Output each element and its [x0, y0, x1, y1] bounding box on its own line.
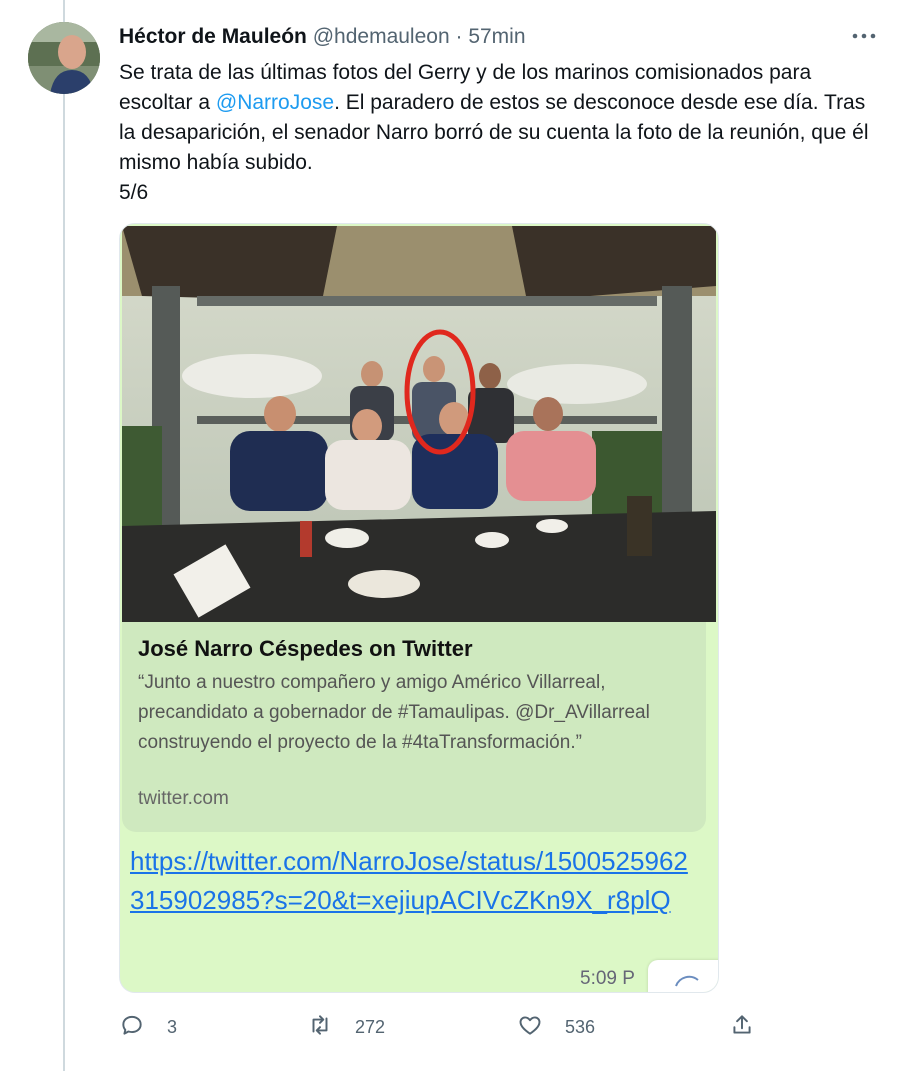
header-separator: · [455, 25, 463, 48]
attached-screenshot-card[interactable]: José Narro Céspedes on Twitter “Junto a … [119, 223, 719, 993]
thread-count: 5/6 [119, 181, 149, 204]
author-handle[interactable]: @hdemauleon [313, 25, 450, 48]
more-dots-icon[interactable] [850, 22, 878, 50]
share-action[interactable] [729, 1010, 755, 1044]
status-url-link[interactable]: https://twitter.com/NarroJose/status/150… [130, 842, 690, 920]
avatar[interactable] [28, 22, 100, 94]
retweet-count: 272 [355, 1016, 386, 1037]
retweet-icon[interactable] [307, 1012, 333, 1043]
message-timestamp: 5:09 P [580, 968, 635, 989]
tweet-text: Se trata de las últimas fotos del Gerry … [119, 58, 879, 208]
like-action[interactable]: 536 [517, 1010, 595, 1044]
reply-count: 3 [167, 1016, 178, 1037]
preview-title: José Narro Céspedes on Twitter [138, 636, 473, 661]
thread-connector-line [63, 0, 65, 1071]
like-count: 536 [565, 1016, 596, 1037]
mention-link[interactable]: @NarroJose [216, 91, 334, 114]
tweet-time[interactable]: 57min [468, 25, 525, 48]
tweet-actions: 3 272 536 [119, 1010, 769, 1044]
retweet-action[interactable]: 272 [307, 1010, 385, 1044]
link-preview[interactable]: José Narro Céspedes on Twitter “Junto a … [122, 622, 706, 832]
restaurant-group-photo[interactable] [122, 226, 716, 622]
reply-action[interactable]: 3 [119, 1010, 177, 1044]
reply-icon[interactable] [119, 1012, 145, 1043]
scroll-down-button[interactable] [648, 960, 718, 992]
tweet-header: Héctor de Mauleón @hdemauleon · 57min [119, 24, 526, 50]
heart-icon[interactable] [517, 1012, 543, 1043]
share-icon[interactable] [729, 1012, 755, 1043]
preview-domain: twitter.com [138, 788, 229, 809]
preview-description: “Junto a nuestro compañero y amigo Améri… [138, 672, 650, 753]
author-name[interactable]: Héctor de Mauleón [119, 25, 307, 48]
